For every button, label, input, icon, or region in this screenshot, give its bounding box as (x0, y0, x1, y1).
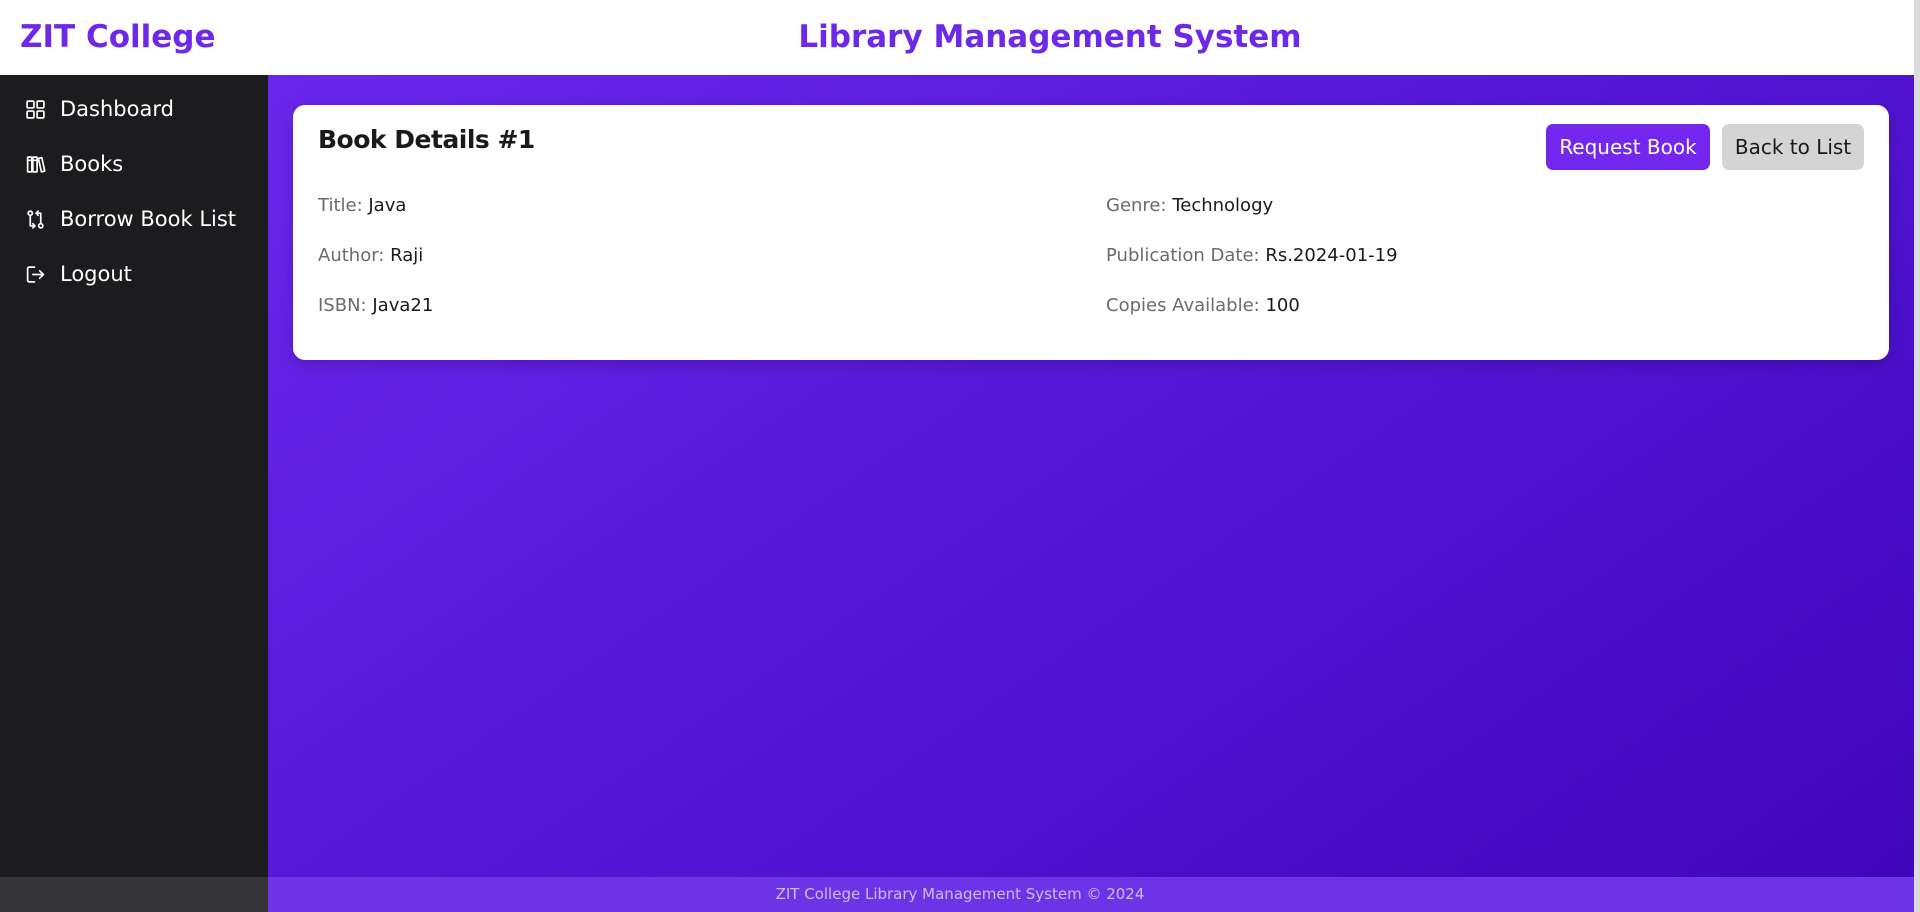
sidebar-item-borrow-book-list[interactable]: Borrow Book List (0, 197, 268, 241)
page-title: Book Details #1 (318, 125, 535, 154)
field-label: Author: (318, 245, 385, 266)
back-to-list-button[interactable]: Back to List (1722, 124, 1864, 170)
field-value: Raji (390, 245, 424, 266)
field-value: 100 (1265, 295, 1300, 316)
sidebar-item-logout[interactable]: Logout (0, 252, 268, 296)
field-genre: Genre: Technology (1106, 195, 1273, 216)
request-book-button[interactable]: Request Book (1546, 124, 1710, 170)
field-value: Technology (1172, 195, 1274, 216)
sidebar: Dashboard Books Borrow Book List Logout (0, 75, 268, 877)
field-isbn: ISBN: Java21 (318, 295, 433, 316)
field-label: Genre: (1106, 195, 1167, 216)
main-content: Book Details #1 Request Book Back to Lis… (268, 75, 1914, 877)
logout-icon (25, 264, 46, 285)
field-copies-available: Copies Available: 100 (1106, 295, 1300, 316)
borrow-swap-icon (25, 209, 46, 230)
field-label: Publication Date: (1106, 245, 1260, 266)
app-title: Library Management System (798, 19, 1302, 55)
sidebar-item-label: Logout (60, 262, 132, 286)
field-value: Java (368, 195, 407, 216)
page-scrollbar[interactable] (1914, 0, 1920, 912)
field-value: Rs.2024-01-19 (1265, 245, 1398, 266)
book-details-card: Book Details #1 Request Book Back to Lis… (293, 105, 1889, 360)
field-label: ISBN: (318, 295, 367, 316)
books-icon (25, 154, 46, 175)
sidebar-item-label: Borrow Book List (60, 207, 237, 231)
field-label: Copies Available: (1106, 295, 1260, 316)
top-header: ZIT College Library Management System (0, 0, 1920, 75)
field-label: Title: (318, 195, 363, 216)
sidebar-item-books[interactable]: Books (0, 142, 268, 186)
footer: ZIT College Library Management System © … (0, 877, 1920, 912)
sidebar-item-dashboard[interactable]: Dashboard (0, 87, 268, 131)
field-publication-date: Publication Date: Rs.2024-01-19 (1106, 245, 1398, 266)
field-value: Java21 (372, 295, 434, 316)
footer-copyright: ZIT College Library Management System © … (775, 885, 1145, 903)
dashboard-grid-icon (25, 99, 46, 120)
sidebar-item-label: Books (60, 152, 124, 176)
field-title: Title: Java (318, 195, 406, 216)
sidebar-item-label: Dashboard (60, 97, 174, 121)
field-author: Author: Raji (318, 245, 423, 266)
